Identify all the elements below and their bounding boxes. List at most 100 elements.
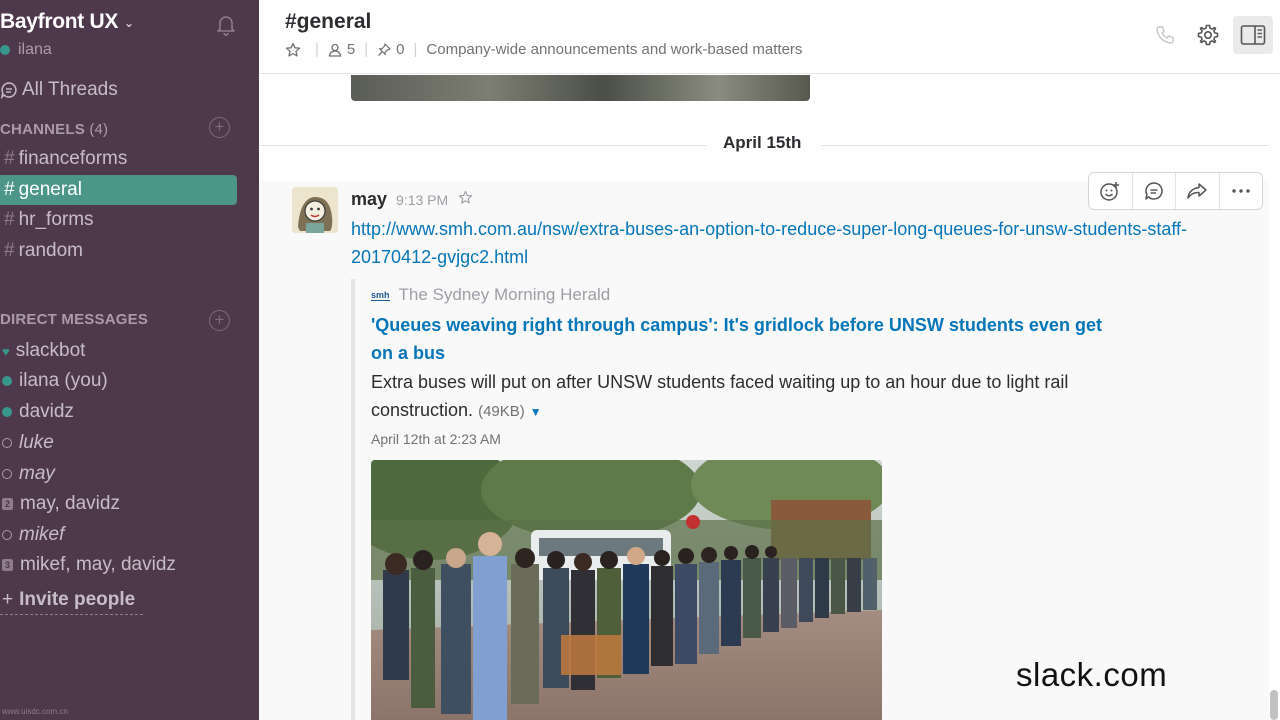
attachment-source: smh The Sydney Morning Herald [371,285,610,305]
hash-icon: # [4,179,15,200]
channel-label: financeforms [18,148,128,169]
presence-away-icon [2,469,12,479]
team-menu-button[interactable]: Bayfront UX ⌄ [0,10,134,34]
sidebar-item-luke[interactable]: luke [0,428,237,458]
smh-logo: smh [371,289,390,301]
link-unfurl-attachment: smh The Sydney Morning Herald 'Queues we… [351,279,1111,720]
sidebar-item-hr-forms[interactable]: # hr_forms [0,205,237,235]
sidebar-item-slackbot[interactable]: ♥ slackbot [0,336,237,366]
avatar[interactable] [292,187,338,233]
sidebar-item-may-davidz[interactable]: 2 may, davidz [0,489,237,519]
team-name: Bayfront UX [0,10,119,33]
channel-meta: | 5 | 0 | Company-wide announcements and… [285,41,802,58]
dm-label: davidz [19,401,74,422]
hash-icon: # [4,148,15,169]
message-link[interactable]: http://www.smh.com.au/nsw/extra-buses-an… [351,215,1231,271]
more-actions-button[interactable] [1220,173,1263,209]
toggle-sidebar-icon[interactable] [1233,16,1273,54]
person-icon [328,43,342,57]
channel-label: random [18,240,83,261]
direct-messages-header[interactable]: DIRECT MESSAGES [0,311,148,328]
add-reaction-icon [1100,182,1120,201]
dm-label: ilana (you) [19,370,108,391]
call-icon[interactable] [1150,20,1180,50]
channel-header: #general | 5 | 0 | Company-wide announce… [259,0,1280,74]
username: ilana [18,41,52,58]
channels-count: (4) [89,121,109,138]
sidebar: Bayfront UX ⌄ ilana All Threads CHANNELS… [0,0,259,720]
group-dm-icon: 3 [2,559,13,571]
channel-label: general [18,179,82,200]
hash-icon: # [4,209,15,230]
presence-online-icon [0,45,10,55]
footer-watermark: www.uisdc.com.cn [2,707,68,716]
presence-online-icon [2,376,12,386]
pin-count: 0 [396,41,405,58]
message-timestamp[interactable]: 9:13 PM [396,192,448,208]
channel-purpose: Company-wide announcements and work-base… [426,41,803,58]
overlay-watermark: slack.com [1016,656,1168,693]
expand-caret-icon[interactable]: ▼ [530,405,542,419]
channel-label: hr_forms [18,209,94,230]
start-thread-button[interactable] [1133,173,1176,209]
attachment-source-name: The Sydney Morning Herald [398,285,611,304]
dm-label: slackbot [15,340,86,361]
star-channel-button[interactable] [285,42,306,58]
channels-header[interactable]: CHANNELS (4) [0,121,108,138]
channels-label: CHANNELS [0,121,85,138]
threads-icon [0,82,17,99]
bell-icon[interactable] [215,14,237,36]
message-pane: April 15th may 9:13 PM http://www.smh.co… [259,75,1280,720]
sidebar-item-all-threads[interactable]: All Threads [0,79,118,101]
channel-title[interactable]: #general [285,10,371,34]
sidebar-item-mikef-may-davidz[interactable]: 3 mikef, may, davidz [0,550,237,580]
attachment-title[interactable]: 'Queues weaving right through campus': I… [371,311,1111,367]
add-dm-icon[interactable]: + [209,310,230,331]
add-reaction-button[interactable] [1089,173,1133,209]
sender-name[interactable]: may [351,189,387,210]
presence-away-icon [2,438,12,448]
sidebar-item-may[interactable]: may [0,459,237,489]
day-divider: April 15th [259,133,1269,157]
sidebar-item-mikef[interactable]: mikef [0,520,237,550]
member-count: 5 [346,41,356,58]
plus-icon: + [2,589,14,610]
presence-online-icon [2,407,12,417]
attachment-description: Extra buses will put on after UNSW stude… [371,372,1069,420]
heart-icon: ♥ [2,343,10,359]
star-message-icon[interactable] [458,190,473,205]
add-channel-icon[interactable]: + [209,117,230,138]
star-icon [285,42,301,57]
sidebar-item-general[interactable]: # general [0,175,237,205]
attachment-image[interactable] [371,460,882,720]
attachment-text: Extra buses will put on after UNSW stude… [371,368,1111,426]
sidebar-item-davidz[interactable]: davidz [0,397,237,427]
previous-image-attachment[interactable] [351,75,810,101]
dm-label: mikef [19,524,65,545]
dm-label: DIRECT MESSAGES [0,311,149,328]
sidebar-item-ilana[interactable]: ilana (you) [0,366,237,396]
share-message-button[interactable] [1176,173,1220,209]
message-scrollbar[interactable] [1268,75,1280,720]
share-icon [1187,183,1207,199]
current-user[interactable]: ilana [0,41,52,59]
group-dm-icon: 2 [2,498,13,510]
day-divider-label: April 15th [723,133,802,152]
more-icon [1232,189,1250,193]
members-button[interactable]: 5 [328,41,355,58]
sidebar-item-random[interactable]: # random [0,236,237,266]
invite-label: Invite people [19,589,136,610]
scrollbar-thumb[interactable] [1270,690,1278,720]
message-header: may 9:13 PM [351,189,473,210]
attachment-date: April 12th at 2:23 AM [371,431,501,447]
pins-button[interactable]: 0 [377,41,405,58]
all-threads-label: All Threads [22,79,118,100]
comment-icon [1145,182,1163,200]
gear-icon[interactable] [1193,20,1223,50]
sidebar-item-financeforms[interactable]: # financeforms [0,144,237,174]
attachment-size: (49KB) [478,403,525,420]
hash-icon: # [4,240,15,261]
dm-label: may [19,463,55,484]
pin-icon [378,42,391,56]
invite-people-button[interactable]: + Invite people [0,589,144,615]
